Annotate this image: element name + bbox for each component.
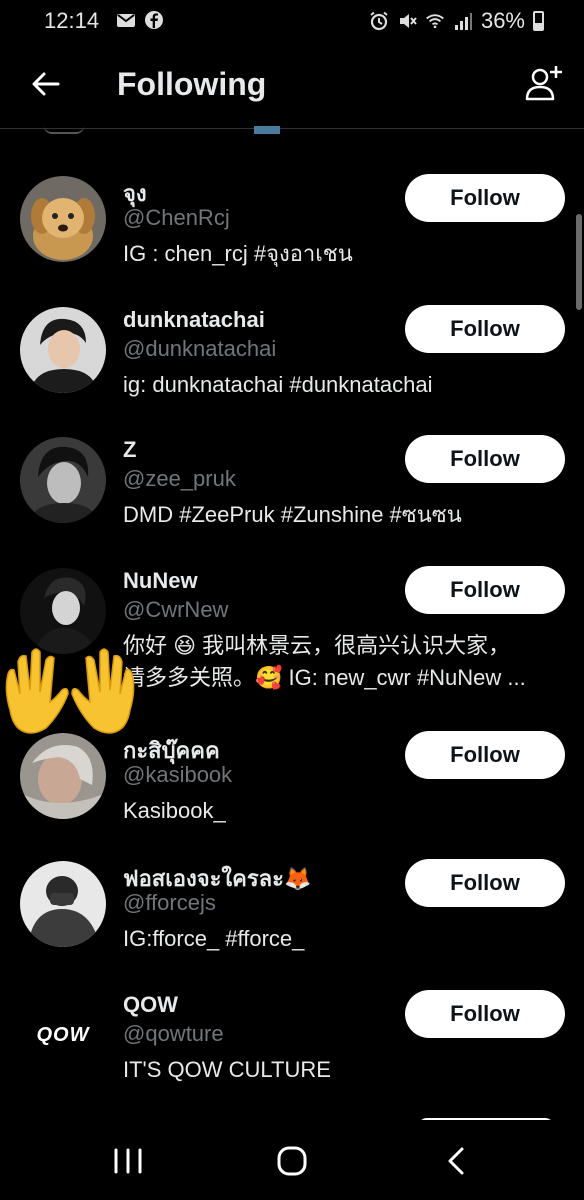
battery-icon bbox=[533, 11, 544, 31]
user-name[interactable]: Z bbox=[123, 437, 136, 463]
user-handle: @CwrNew bbox=[123, 597, 229, 622]
avatar[interactable] bbox=[20, 307, 106, 393]
partial-avatar-above bbox=[44, 126, 84, 134]
battery-percent: 36% bbox=[480, 8, 525, 33]
avatar[interactable]: QOW bbox=[20, 992, 106, 1078]
user-handle: @ChenRcj bbox=[123, 205, 230, 230]
follow-button[interactable]: Follow bbox=[405, 305, 565, 353]
alarm-icon bbox=[370, 11, 388, 31]
user-handle: @dunknatachai bbox=[123, 336, 277, 361]
follow-button[interactable]: Follow bbox=[405, 566, 565, 614]
system-nav-bar bbox=[0, 1120, 584, 1200]
mute-icon bbox=[399, 14, 417, 28]
signal-icon bbox=[454, 13, 472, 30]
battery-fill bbox=[535, 23, 542, 29]
user-bio: IG:fforce_ #fforce_ bbox=[123, 926, 305, 951]
clapping-hands-emoji bbox=[5, 648, 135, 734]
user-row[interactable]: จุง @ChenRcj IG : chen_rcj #จุงอาเชน Fol… bbox=[0, 174, 584, 306]
clock: 12:14 bbox=[44, 8, 100, 33]
recent-apps-icon[interactable] bbox=[108, 1144, 148, 1178]
user-row[interactable]: QOW QOW @qowture IT'S QOW CULTURE Follow bbox=[0, 990, 584, 1122]
home-icon[interactable] bbox=[272, 1144, 312, 1178]
back-arrow-icon[interactable] bbox=[28, 66, 64, 102]
avatar[interactable] bbox=[20, 176, 106, 262]
follow-button[interactable]: Follow bbox=[405, 859, 565, 907]
user-handle: @qowture bbox=[123, 1021, 224, 1046]
follow-button[interactable]: Follow bbox=[405, 990, 565, 1038]
avatar[interactable] bbox=[20, 861, 106, 947]
user-bio: 你好 😆 我叫林景云，很高兴认识大家， bbox=[123, 633, 511, 658]
user-handle: @fforcejs bbox=[123, 890, 216, 915]
user-name[interactable]: QOW bbox=[123, 992, 178, 1018]
status-bar: 12:14 36% bbox=[0, 0, 584, 40]
user-bio: Kasibook_ bbox=[123, 798, 226, 823]
user-handle: @zee_pruk bbox=[123, 466, 236, 491]
wifi-icon bbox=[426, 14, 444, 29]
add-user-icon[interactable] bbox=[522, 62, 566, 106]
user-bio: ig: dunknatachai #dunknatachai bbox=[123, 372, 433, 397]
avatar[interactable] bbox=[20, 437, 106, 523]
user-name[interactable]: dunknatachai bbox=[123, 307, 265, 333]
user-row[interactable]: Z @zee_pruk DMD #ZeePruk #Zunshine #ซนซน… bbox=[0, 435, 584, 567]
user-handle: @kasibook bbox=[123, 762, 233, 787]
user-row[interactable]: dunknatachai @dunknatachai ig: dunknatac… bbox=[0, 305, 584, 437]
mail-icon bbox=[117, 14, 135, 27]
app-header: Following bbox=[0, 40, 584, 129]
follow-button[interactable]: Follow bbox=[405, 174, 565, 222]
user-bio: IG : chen_rcj #จุงอาเชน bbox=[123, 241, 353, 266]
page-title: Following bbox=[117, 66, 267, 102]
partial-emoji-above bbox=[254, 126, 280, 134]
follow-button[interactable]: Follow bbox=[405, 731, 565, 779]
user-bio: IT'S QOW CULTURE bbox=[123, 1057, 331, 1082]
user-bio: DMD #ZeePruk #Zunshine #ซนซน bbox=[123, 502, 462, 527]
follow-button[interactable]: Follow bbox=[405, 435, 565, 483]
facebook-icon bbox=[145, 11, 163, 29]
user-row[interactable]: ฟอสเองจะใครละ🦊 @fforcejs IG:fforce_ #ffo… bbox=[0, 859, 584, 991]
user-bio-line2: 请多多关照。🥰 IG: new_cwr #NuNew ... bbox=[123, 665, 526, 690]
user-name[interactable]: NuNew bbox=[123, 568, 198, 594]
user-row[interactable]: กะสิบุ๊คคค @kasibook Kasibook_ Follow bbox=[0, 731, 584, 863]
avatar[interactable] bbox=[20, 733, 106, 819]
back-nav-icon[interactable] bbox=[436, 1144, 476, 1178]
